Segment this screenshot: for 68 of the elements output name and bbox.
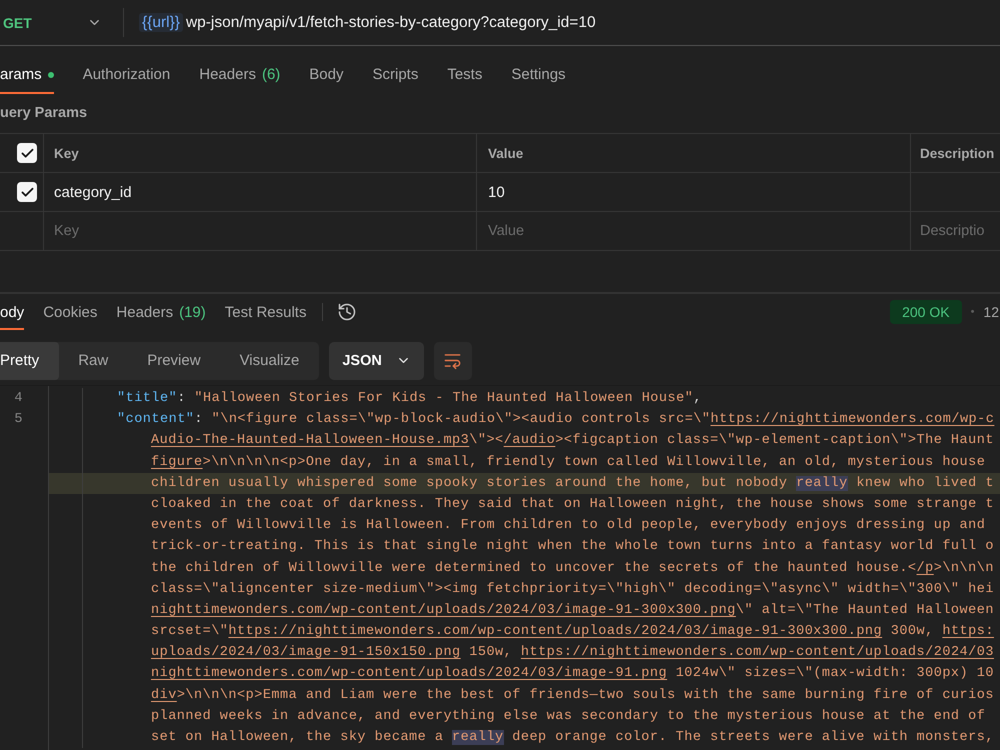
tab[interactable]: Headers (19) <box>116 294 206 330</box>
format-dropdown[interactable]: JSON <box>329 342 424 380</box>
tab[interactable]: Authorization <box>82 58 170 94</box>
code-line: uploads/2024/03/image-91-150x150.png 150w, https://nighttimewonders.com/wp-content/uploads/2024/03 <box>151 645 994 660</box>
code-line: figure>\n\n\n\n<p>One day, in a small, friendly town called Willowville, an old, mysterious house <box>151 454 986 470</box>
url-link[interactable]: https: <box>942 624 994 640</box>
url-link[interactable]: uploads/2024/03/image-91-150x150.png <box>151 645 461 660</box>
code-line: div>\n\n\n<p>Emma and Liam were the best of friends—two souls with the same burning fire of curios <box>151 688 994 703</box>
code-line: "title": "Halloween Stories For Kids - The Haunted Halloween House", <box>117 391 702 406</box>
tab[interactable]: arams <box>0 58 54 94</box>
url-link[interactable]: nighttimewonders.com/wp-content/uploads/2024/03/image-91-300x300.png <box>151 602 736 618</box>
code-line: set on Halloween, the sky became a really deep orange color. The streets were alive with monsters, <box>151 730 994 745</box>
method-dropdown[interactable]: GET <box>0 8 106 38</box>
code-line: trick-or-treating. This is that single night when the whole town turns into a fantasy world full o <box>151 539 994 554</box>
view-mode-tab[interactable]: Preview <box>128 342 221 380</box>
code-line: cloaked in the coat of darkness. They said that on Halloween night, the house shows some strange t <box>151 496 994 512</box>
tab[interactable]: Scripts <box>372 58 418 94</box>
view-mode-tab[interactable]: Visualize <box>220 342 320 380</box>
code-line: the children of Willowville were determined to uncover the secrets of the haunted house.</p>\n\n\n <box>151 560 994 576</box>
value-input[interactable]: Value <box>477 212 910 250</box>
code-line: children usually whispered some spooky stories around the home, but nobody really knew who lived t <box>151 476 994 491</box>
status-badge: 200 OK <box>890 300 962 324</box>
code-line: events of Willowville is Halloween. From children to old people, everybody enjoys dressing up and <box>151 518 986 534</box>
column-header: Value <box>488 146 524 160</box>
url-link[interactable]: https://nighttimewonders.com/wp-content/uploads/2024/03/image-91-300x300.png <box>228 624 882 640</box>
checkbox[interactable] <box>17 182 37 202</box>
section-title: uery Params <box>0 105 88 121</box>
url-text: wp-json/myapi/v1/fetch-stories-by-category?category_id=10 <box>186 13 596 32</box>
tab[interactable]: Test Results <box>224 294 306 330</box>
history-icon[interactable] <box>337 302 358 322</box>
code-line: class=\"aligncenter size-medium\"><img fetchpriority=\"high\" decoding=\"async\" width=\"300\" hei <box>151 582 994 597</box>
line-number: 5 <box>14 412 23 428</box>
code-line: srcset=\"https://nighttimewonders.com/wp-content/uploads/2024/03/image-91-300x300.png 300w, https: <box>151 624 994 640</box>
tab[interactable]: Settings <box>511 58 566 94</box>
key-input[interactable]: Key <box>44 212 476 250</box>
table-cell: 10 <box>488 184 505 200</box>
url-link[interactable]: /audio <box>504 433 556 448</box>
column-header: Description <box>920 146 994 160</box>
url-link[interactable]: div <box>151 688 177 703</box>
view-mode-tab[interactable]: Raw <box>59 342 128 380</box>
url-variable: {{url}} <box>139 13 183 32</box>
code-line: nighttimewonders.com/wp-content/uploads/2024/03/image-91.png 1024w\" sizes=\"(max-width: 300px) 10 <box>151 666 994 682</box>
description-input[interactable]: Descriptio <box>911 212 1000 250</box>
code-line: "content": "\n<figure class=\"wp-block-audio\"><audio controls src=\"https://nighttimewonders.com/wp-c <box>117 412 994 428</box>
line-number: 4 <box>14 391 23 406</box>
wrap-text-icon <box>443 351 462 370</box>
response-time: 12 <box>983 304 999 320</box>
url-link[interactable]: https://nighttimewonders.com/wp-content/uploads/2024/03 <box>520 645 994 660</box>
checkbox[interactable] <box>17 143 37 163</box>
tab[interactable]: Cookies <box>43 294 98 330</box>
tab[interactable]: Headers (6) <box>199 58 280 94</box>
view-mode-tab[interactable]: Pretty <box>0 342 60 380</box>
separator-dot: • <box>970 306 974 318</box>
url-link[interactable]: /p <box>916 560 934 576</box>
tab[interactable]: ody <box>0 294 24 330</box>
url-link[interactable]: nighttimewonders.com/wp-content/uploads/2024/03/image-91.png <box>151 666 668 682</box>
column-header: Key <box>54 146 79 160</box>
url-field[interactable]: {{url}} wp-json/myapi/v1/fetch-stories-by-category?category_id=10 <box>124 8 1000 38</box>
code-line: nighttimewonders.com/wp-content/uploads/2024/03/image-91-300x300.png\" alt=\"The Haunted Halloween <box>151 602 994 618</box>
url-link[interactable]: https://nighttimewonders.com/wp-c <box>710 412 994 428</box>
code-line: Audio-The-Haunted-Halloween-House.mp3\"></audio><figcaption class=\"wp-element-caption\">The Haunt <box>151 433 994 448</box>
url-link[interactable]: figure <box>151 454 203 470</box>
table-cell: category_id <box>54 184 132 200</box>
tab[interactable]: Body <box>309 58 344 94</box>
url-link[interactable]: Audio-The-Haunted-Halloween-House.mp3 <box>151 433 470 448</box>
wrap-button[interactable] <box>434 342 472 380</box>
code-line: planned weeks in advance, and everything else was secondary to the mysterious house at the end of <box>151 708 986 724</box>
tab[interactable]: Tests <box>447 58 482 94</box>
